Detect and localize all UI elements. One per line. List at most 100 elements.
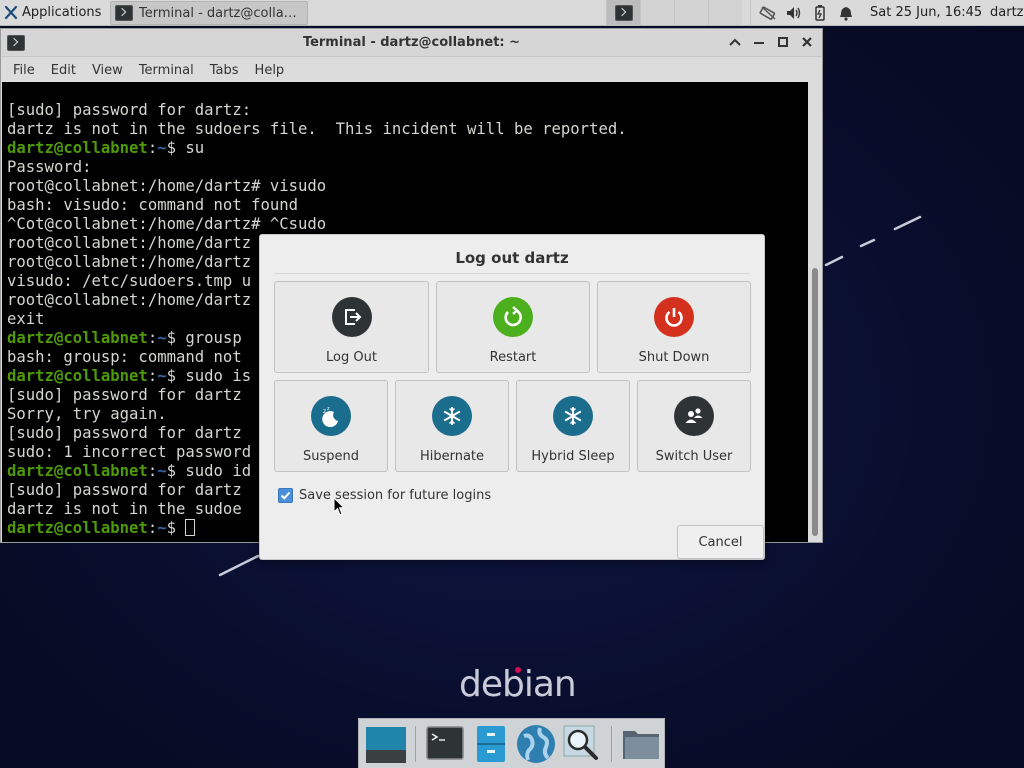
prompt-path: ~	[157, 462, 167, 480]
terminal-line: bash: visudo: command not found	[7, 196, 808, 215]
output-text: Password:	[7, 158, 92, 176]
dock-web-browser[interactable]	[513, 720, 559, 768]
dialog-title: Log out dartz	[455, 249, 569, 267]
menu-edit[interactable]: Edit	[43, 63, 84, 78]
close-icon[interactable]	[800, 34, 814, 50]
menu-terminal[interactable]: Terminal	[131, 63, 202, 78]
prompt-symbol: $	[166, 139, 186, 157]
app-finder-icon	[563, 725, 599, 760]
debian-logo: debian	[459, 660, 577, 710]
output-text: [sudo] password for dartz	[7, 386, 242, 404]
dock-folder[interactable]	[618, 720, 664, 768]
menu-file[interactable]: File	[5, 63, 43, 78]
applications-label: Applications	[22, 5, 102, 20]
terminal-line: ^Cot@collabnet:/home/dartz# ^Csudo	[7, 215, 808, 234]
terminal-line: Password:	[7, 158, 808, 177]
terminal-menubar: File Edit View Terminal Tabs Help	[1, 57, 822, 83]
workspace-switcher	[606, 0, 742, 26]
maximize-icon[interactable]	[776, 34, 790, 50]
logout-label: Log Out	[326, 350, 377, 365]
dock-separator	[611, 725, 613, 762]
prompt-user: dartz@collabnet	[7, 139, 148, 157]
checkmark-icon	[280, 491, 291, 500]
terminal-icon	[614, 4, 633, 21]
bottom-dock	[358, 718, 665, 768]
prompt-symbol: $	[166, 519, 186, 537]
terminal-scrollbar[interactable]	[809, 82, 822, 542]
output-text: exit	[7, 310, 45, 328]
dock-terminal[interactable]	[422, 720, 468, 768]
users-icon	[674, 396, 714, 436]
suspend-button[interactable]: zz Suspend	[274, 380, 388, 472]
panel-user-menu[interactable]: dartz	[990, 5, 1023, 20]
taskbar-terminal-title: Terminal - dartz@collab...	[139, 5, 303, 21]
prompt-path: ~	[157, 519, 167, 537]
snowflake-icon	[553, 396, 593, 436]
workspace-2[interactable]	[640, 0, 674, 25]
prompt-user: dartz@collabnet	[7, 329, 148, 347]
output-text: root@collabnet:/home/dartz# visudo	[7, 177, 327, 195]
terminal-icon	[425, 725, 464, 760]
window-controls	[728, 34, 814, 50]
dock-show-desktop[interactable]	[363, 720, 409, 768]
hibernate-label: Hibernate	[419, 449, 485, 464]
hybrid-sleep-button[interactable]: Hybrid Sleep	[516, 380, 630, 472]
taskbar-terminal-button[interactable]: Terminal - dartz@collab...	[110, 1, 308, 25]
show-desktop-icon	[365, 726, 406, 763]
menu-tabs[interactable]: Tabs	[202, 63, 247, 78]
dock-app-finder[interactable]	[559, 720, 605, 768]
terminal-icon	[115, 5, 133, 21]
terminal-line: root@collabnet:/home/dartz# visudo	[7, 177, 808, 196]
file-cabinet-icon	[476, 725, 505, 762]
prompt-path: ~	[157, 139, 167, 157]
battery-icon[interactable]	[811, 4, 829, 22]
minimize-icon[interactable]	[752, 34, 766, 50]
prompt-user: dartz@collabnet	[7, 462, 148, 480]
switch-user-button[interactable]: Switch User	[637, 380, 751, 472]
volume-icon[interactable]	[785, 4, 803, 22]
window-shade-icon[interactable]	[728, 34, 742, 50]
workspace-1[interactable]	[606, 0, 640, 25]
logout-button[interactable]: Log Out	[274, 281, 429, 373]
logout-icon	[331, 297, 372, 337]
panel-clock[interactable]: Sat 25 Jun, 16:45	[870, 5, 982, 20]
output-text: Sorry, try again.	[7, 405, 167, 423]
prompt-user: dartz@collabnet	[7, 367, 148, 385]
dock-file-cabinet[interactable]	[468, 720, 514, 768]
command-text: sudo id	[185, 462, 252, 480]
output-text: dartz is not in the sudoers file. This i…	[7, 120, 627, 138]
terminal-cursor	[185, 519, 196, 536]
output-text: [sudo] password for dartz	[7, 481, 242, 499]
shutdown-button[interactable]: Shut Down	[597, 281, 751, 373]
system-tray	[750, 0, 855, 26]
notification-bell-icon[interactable]	[837, 4, 855, 22]
output-text: [sudo] password for dartz	[7, 424, 242, 442]
svg-text:z: z	[323, 408, 326, 415]
workspace-3[interactable]	[674, 0, 708, 25]
restart-button[interactable]: Restart	[436, 281, 590, 373]
terminal-titlebar[interactable]: Terminal - dartz@collabnet: ~	[1, 29, 822, 57]
prompt-path: ~	[157, 329, 167, 347]
save-session-checkbox[interactable]	[278, 488, 293, 503]
prompt-path: ~	[157, 367, 167, 385]
moon-sleep-icon: zz	[311, 396, 351, 436]
network-icon[interactable]	[759, 4, 777, 22]
web-browser-icon	[517, 724, 556, 763]
output-text: [sudo] password for dartz:	[7, 101, 252, 119]
output-text: sudo: 1 incorrect password	[7, 443, 252, 461]
menu-view[interactable]: View	[84, 63, 131, 78]
output-text: visudo: /etc/sudoers.tmp u	[7, 272, 252, 290]
terminal-line: [sudo] password for dartz:	[7, 101, 808, 120]
mouse-pointer-icon	[333, 497, 345, 516]
prompt-separator: :	[147, 519, 158, 537]
cancel-button[interactable]: Cancel	[677, 525, 764, 559]
save-session-row[interactable]: Save session for future logins	[278, 488, 491, 503]
menu-help[interactable]: Help	[247, 63, 293, 78]
applications-menu-button[interactable]: Applications	[0, 0, 108, 26]
hibernate-button[interactable]: Hibernate	[395, 380, 509, 472]
folder-icon	[623, 730, 660, 759]
workspace-4[interactable]	[708, 0, 742, 25]
terminal-scrollbar-thumb[interactable]	[812, 268, 818, 536]
power-icon	[654, 297, 694, 337]
prompt-symbol: $	[166, 329, 186, 347]
